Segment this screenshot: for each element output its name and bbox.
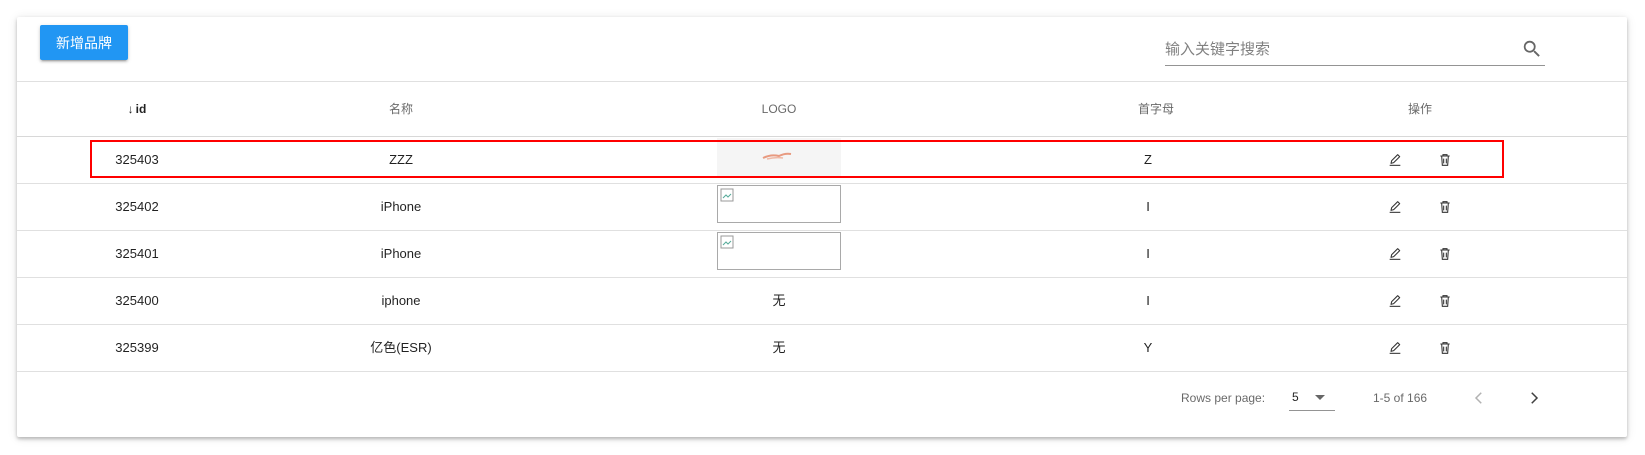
- delete-button[interactable]: [1433, 289, 1457, 313]
- cell-id: 325399: [115, 340, 159, 355]
- logo-sketch: [762, 152, 792, 160]
- trash-icon: [1440, 342, 1450, 354]
- cell-logo-empty: 无: [772, 293, 786, 308]
- cell-name: 亿色(ESR): [370, 340, 432, 355]
- rows-per-page-value: 5: [1292, 390, 1299, 404]
- brand-logo-image-broken: [717, 232, 841, 270]
- pencil-icon: [1389, 295, 1401, 307]
- table-row[interactable]: 325403 ZZZ Z: [17, 137, 1627, 184]
- brand-logo-image-broken: [717, 185, 841, 223]
- cell-letter: Y: [1143, 340, 1153, 355]
- table-row[interactable]: 325401 iPhone I: [17, 231, 1627, 278]
- trash-icon: [1440, 295, 1450, 307]
- cell-name: iPhone: [380, 199, 422, 214]
- cell-id: 325400: [115, 293, 159, 308]
- add-brand-button[interactable]: 新增品牌: [40, 25, 128, 60]
- table-row[interactable]: 325399 亿色(ESR) 无 Y: [17, 325, 1627, 372]
- edit-button[interactable]: [1383, 195, 1407, 219]
- pencil-icon: [1389, 201, 1401, 213]
- search-icon[interactable]: [1521, 38, 1543, 60]
- trash-icon: [1440, 248, 1450, 260]
- arrow-down-icon: ↓: [127, 102, 134, 116]
- edit-button[interactable]: [1383, 289, 1407, 313]
- cell-id: 325401: [115, 246, 159, 261]
- pencil-icon: [1389, 342, 1401, 354]
- column-header-name[interactable]: 名称: [389, 82, 413, 136]
- table-row[interactable]: 325400 iphone 无 I: [17, 278, 1627, 325]
- cell-logo-empty: 无: [772, 340, 786, 355]
- edit-button[interactable]: [1383, 148, 1407, 172]
- column-header-logo[interactable]: LOGO: [762, 82, 797, 136]
- rows-per-page-label: Rows per page:: [1181, 391, 1266, 405]
- cell-name: iphone: [381, 293, 421, 308]
- edit-button[interactable]: [1383, 242, 1407, 266]
- search-input[interactable]: [1165, 37, 1505, 61]
- chevron-left-icon: [1474, 392, 1482, 404]
- cell-letter: I: [1146, 293, 1150, 308]
- column-header-id[interactable]: ↓ id: [128, 82, 147, 136]
- edit-button[interactable]: [1383, 336, 1407, 360]
- delete-button[interactable]: [1433, 148, 1457, 172]
- delete-button[interactable]: [1433, 195, 1457, 219]
- cell-id: 325402: [115, 199, 159, 214]
- delete-button[interactable]: [1433, 336, 1457, 360]
- rows-per-page-select[interactable]: 5: [1289, 386, 1335, 411]
- brand-table-card: 新增品牌 ↓id 名称 LOGO 首字母 操作 325403 ZZZ Z: [17, 17, 1627, 437]
- cell-letter: I: [1146, 246, 1150, 261]
- broken-image-icon: [720, 188, 734, 202]
- pagination-range: 1-5 of 166: [1373, 391, 1428, 405]
- column-header-actions: 操作: [1407, 102, 1433, 116]
- table-row[interactable]: 325402 iPhone I: [17, 184, 1627, 231]
- caret-down-icon: [1315, 395, 1325, 400]
- column-header-letter[interactable]: 首字母: [1138, 82, 1174, 136]
- table-pagination: Rows per page: 5 1-5 of 166: [17, 370, 1627, 426]
- trash-icon: [1440, 154, 1450, 166]
- cell-name: iPhone: [380, 246, 422, 261]
- pencil-icon: [1389, 154, 1401, 166]
- trash-icon: [1440, 201, 1450, 213]
- previous-page-button[interactable]: [1465, 384, 1493, 412]
- next-page-button[interactable]: [1520, 384, 1548, 412]
- delete-button[interactable]: [1433, 242, 1457, 266]
- cell-letter: I: [1146, 199, 1150, 214]
- cell-letter: Z: [1144, 152, 1152, 167]
- cell-id: 325403: [115, 152, 159, 167]
- pencil-icon: [1389, 248, 1401, 260]
- table-header: ↓ id 名称 LOGO 首字母 操作: [17, 82, 1627, 137]
- cell-name: ZZZ: [389, 152, 413, 167]
- chevron-right-icon: [1531, 392, 1539, 404]
- broken-image-icon: [720, 235, 734, 249]
- brand-logo-image: [717, 138, 841, 176]
- search-field: [1165, 35, 1545, 66]
